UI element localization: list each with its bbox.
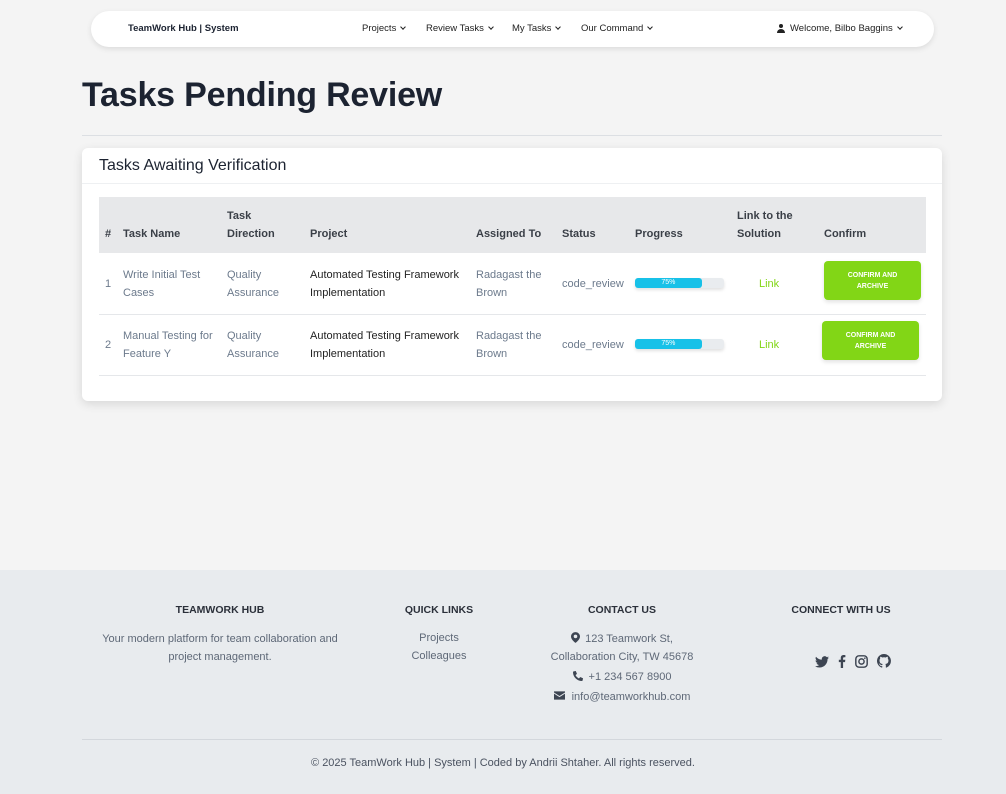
card-divider [82,183,942,184]
row-number: 1 [105,278,112,290]
task-direction: Quality Assurance [227,330,279,360]
progress-fill: 75% [635,278,702,288]
footer-email: info@teamworkhub.com [532,688,712,706]
status-text: code_review [562,339,624,351]
solution-link[interactable]: Link [759,278,779,290]
progress-fill: 75% [635,339,702,349]
top-navbar: TeamWork Hub | System Projects Review Ta… [91,11,934,47]
confirm-archive-button[interactable]: Confirm and Archive [824,261,921,300]
nav-projects-dropdown[interactable]: Projects [362,23,407,34]
title-divider [82,135,942,136]
col-header-link: Link to the Solution [737,210,793,240]
col-header-number: # [105,228,112,240]
footer-quick-links-heading: Quick Links [404,604,474,616]
map-marker-icon [571,632,581,643]
user-icon [777,24,785,33]
col-header-task-direction: Task Direction [227,210,275,240]
status-text: code_review [562,278,624,290]
envelope-icon [553,691,565,700]
solution-link[interactable]: Link [759,339,779,351]
address-line-2: Collaboration City, TW 45678 [550,651,694,663]
facebook-icon[interactable] [838,654,846,673]
col-header-task-name: Task Name [123,228,181,240]
project-name: Automated Testing Framework Implementati… [310,330,459,360]
user-menu-dropdown[interactable]: Welcome, Bilbo Baggins [777,23,903,34]
col-header-project: Project [310,228,348,240]
footer-divider [82,739,942,740]
col-header-status: Status [562,228,596,240]
confirm-archive-button[interactable]: Confirm and Archive [822,321,919,360]
nav-my-tasks-label: My Tasks [512,23,552,34]
footer-connect-heading: Connect With Us [791,604,891,616]
chevron-down-icon [647,24,654,30]
footer-address: 123 Teamwork St, Collaboration City, TW … [532,630,712,666]
page-title: Tasks Pending Review [82,76,443,114]
nav-our-command-dropdown[interactable]: Our Command [581,23,654,34]
table-header: # Task Name Task Direction Project Assig… [99,197,926,253]
assigned-to: Radagast the Brown [476,330,542,360]
chevron-down-icon [555,24,562,30]
task-name: Write Initial Test Cases [123,269,201,299]
navbar-brand[interactable]: TeamWork Hub | System [128,23,239,34]
nav-review-tasks-dropdown[interactable]: Review Tasks [426,23,494,34]
project-name: Automated Testing Framework Implementati… [310,269,459,299]
progress-bar: 75% [635,278,724,288]
instagram-icon[interactable] [855,654,868,673]
tasks-card: Tasks Awaiting Verification # Task Name … [82,148,942,401]
col-header-confirm: Confirm [824,228,867,240]
page-footer: TeamWork Hub Your modern platform for te… [0,570,1006,794]
phone-icon [572,670,583,682]
nav-our-command-label: Our Command [581,23,644,34]
address-line-1: 123 Teamwork St, [585,633,673,645]
footer-contact-heading: Contact Us [587,604,657,616]
chevron-down-icon [400,24,407,30]
footer-phone: +1 234 567 8900 [532,668,712,686]
card-title: Tasks Awaiting Verification [99,157,287,174]
table-row: 1 Write Initial Test Cases Quality Assur… [99,254,926,315]
user-welcome-label: Welcome, Bilbo Baggins [790,23,893,34]
nav-review-tasks-label: Review Tasks [426,23,484,34]
footer-link-colleagues[interactable]: Colleagues [379,650,499,662]
chevron-down-icon [488,24,494,30]
footer-about-text: Your modern platform for team collaborat… [102,633,338,663]
task-name: Manual Testing for Feature Y [123,330,213,360]
assigned-to: Radagast the Brown [476,269,542,299]
footer-link-projects[interactable]: Projects [379,632,499,644]
chevron-down-icon [896,24,903,30]
col-header-assigned-to: Assigned To [476,228,542,240]
task-direction: Quality Assurance [227,269,279,299]
nav-my-tasks-dropdown[interactable]: My Tasks [512,23,562,34]
phone-number: +1 234 567 8900 [588,671,672,683]
nav-projects-label: Projects [362,23,397,34]
twitter-icon[interactable] [815,655,829,673]
footer-about-heading: TeamWork Hub [175,604,265,616]
copyright-text: © 2025 TeamWork Hub | System | Coded by … [311,757,695,769]
col-header-progress: Progress [635,228,683,240]
table-row: 2 Manual Testing for Feature Y Quality A… [99,315,926,376]
row-number: 2 [105,339,112,351]
email-address[interactable]: info@teamworkhub.com [572,691,691,703]
social-icons [815,654,900,673]
progress-bar: 75% [635,339,724,349]
github-icon[interactable] [876,654,891,673]
